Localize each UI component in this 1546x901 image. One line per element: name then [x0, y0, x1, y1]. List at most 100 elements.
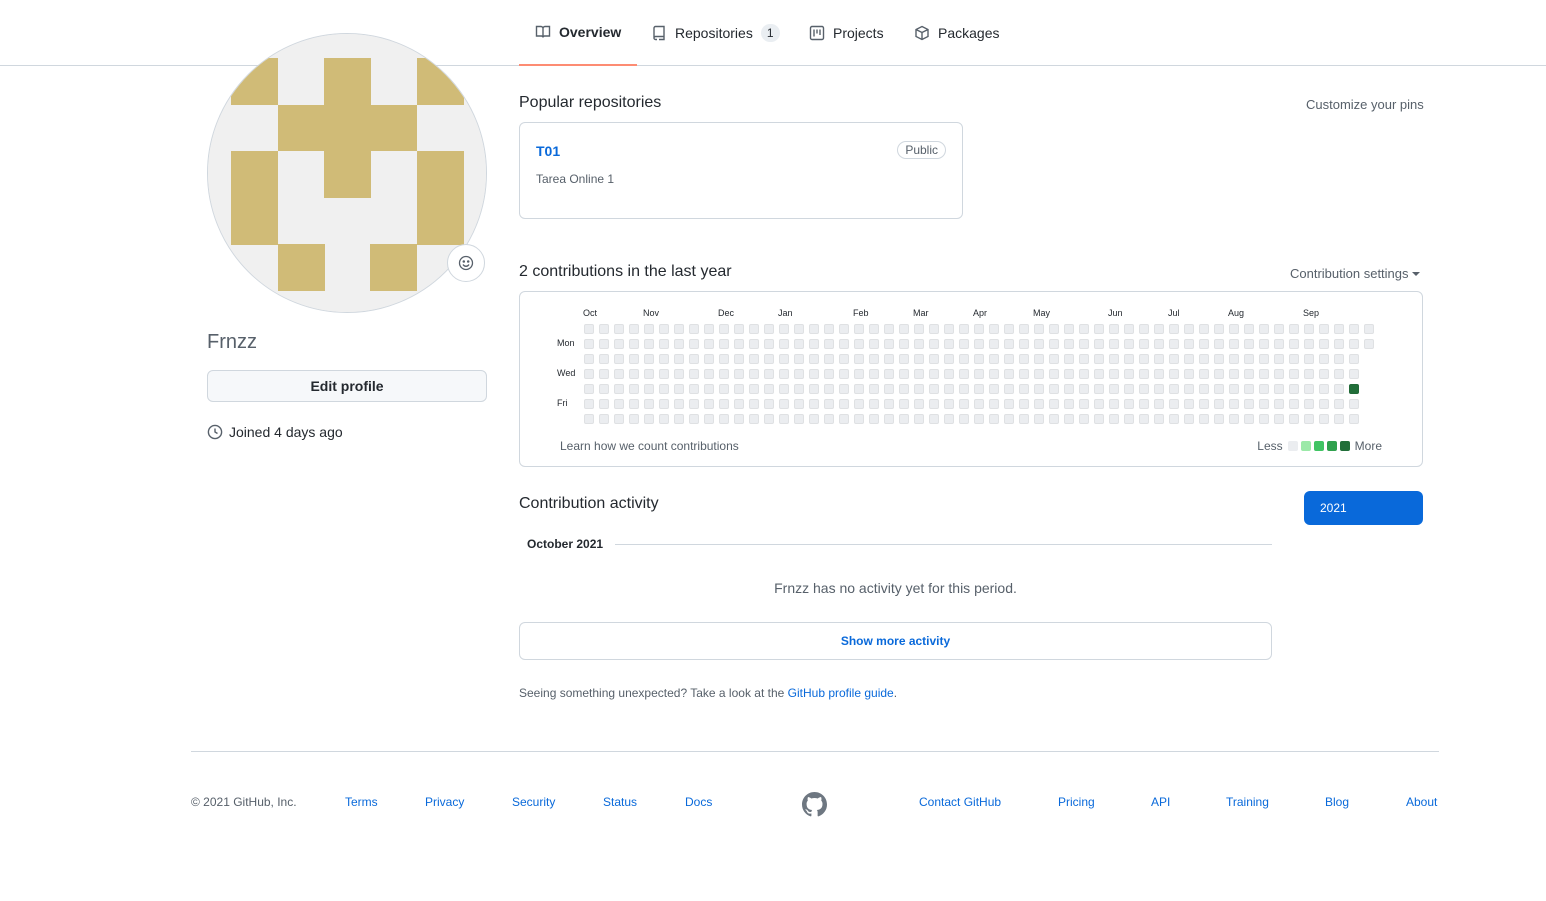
contribution-day[interactable] — [1244, 339, 1254, 349]
contribution-day[interactable] — [1094, 384, 1104, 394]
contribution-day[interactable] — [1169, 339, 1179, 349]
contribution-day[interactable] — [1304, 414, 1314, 424]
contribution-day[interactable] — [1079, 369, 1089, 379]
contribution-day[interactable] — [929, 384, 939, 394]
contribution-day[interactable] — [689, 414, 699, 424]
contribution-day[interactable] — [839, 324, 849, 334]
contribution-day[interactable] — [764, 354, 774, 364]
contribution-day[interactable] — [674, 399, 684, 409]
contribution-day[interactable] — [1034, 399, 1044, 409]
contribution-day[interactable] — [749, 339, 759, 349]
contribution-day[interactable] — [989, 399, 999, 409]
contribution-day[interactable] — [1004, 414, 1014, 424]
contribution-day[interactable] — [1349, 384, 1359, 394]
contribution-day[interactable] — [794, 414, 804, 424]
contribution-day[interactable] — [764, 414, 774, 424]
contribution-day[interactable] — [659, 399, 669, 409]
contribution-day[interactable] — [974, 369, 984, 379]
contribution-day[interactable] — [1169, 384, 1179, 394]
contribution-day[interactable] — [1349, 354, 1359, 364]
contribution-day[interactable] — [854, 324, 864, 334]
contribution-day[interactable] — [899, 414, 909, 424]
contribution-day[interactable] — [824, 324, 834, 334]
contribution-day[interactable] — [1034, 354, 1044, 364]
contribution-day[interactable] — [584, 339, 594, 349]
contribution-day[interactable] — [839, 339, 849, 349]
contribution-day[interactable] — [1274, 354, 1284, 364]
contribution-day[interactable] — [989, 369, 999, 379]
contribution-day[interactable] — [1124, 324, 1134, 334]
contribution-day[interactable] — [749, 324, 759, 334]
contribution-day[interactable] — [929, 354, 939, 364]
contribution-day[interactable] — [629, 384, 639, 394]
contribution-day[interactable] — [584, 384, 594, 394]
contribution-day[interactable] — [1364, 339, 1374, 349]
contribution-day[interactable] — [1049, 324, 1059, 334]
contribution-day[interactable] — [584, 324, 594, 334]
contribution-day[interactable] — [1019, 339, 1029, 349]
contribution-day[interactable] — [779, 414, 789, 424]
contribution-day[interactable] — [1334, 399, 1344, 409]
contribution-day[interactable] — [914, 414, 924, 424]
contribution-day[interactable] — [1049, 369, 1059, 379]
contribution-day[interactable] — [1049, 384, 1059, 394]
contribution-day[interactable] — [1004, 369, 1014, 379]
contribution-day[interactable] — [794, 384, 804, 394]
contribution-day[interactable] — [734, 324, 744, 334]
contribution-day[interactable] — [869, 324, 879, 334]
contribution-day[interactable] — [1289, 354, 1299, 364]
contribution-day[interactable] — [1259, 339, 1269, 349]
contribution-day[interactable] — [899, 354, 909, 364]
contribution-day[interactable] — [884, 414, 894, 424]
contribution-day[interactable] — [884, 339, 894, 349]
contribution-day[interactable] — [1214, 339, 1224, 349]
contribution-day[interactable] — [644, 384, 654, 394]
contribution-day[interactable] — [1004, 399, 1014, 409]
contribution-day[interactable] — [854, 414, 864, 424]
contribution-day[interactable] — [989, 414, 999, 424]
contribution-day[interactable] — [1154, 399, 1164, 409]
contribution-day[interactable] — [1064, 369, 1074, 379]
contribution-day[interactable] — [1304, 324, 1314, 334]
set-status-button[interactable] — [447, 244, 485, 282]
contribution-day[interactable] — [1319, 399, 1329, 409]
contribution-day[interactable] — [989, 339, 999, 349]
contribution-day[interactable] — [809, 399, 819, 409]
contribution-day[interactable] — [1139, 354, 1149, 364]
contribution-day[interactable] — [1214, 324, 1224, 334]
contribution-day[interactable] — [1109, 354, 1119, 364]
contribution-day[interactable] — [899, 339, 909, 349]
contribution-day[interactable] — [734, 414, 744, 424]
contribution-day[interactable] — [1184, 369, 1194, 379]
contribution-day[interactable] — [974, 354, 984, 364]
contribution-day[interactable] — [764, 324, 774, 334]
footer-link-blog[interactable]: Blog — [1325, 795, 1349, 809]
contribution-day[interactable] — [884, 384, 894, 394]
contribution-day[interactable] — [779, 369, 789, 379]
contribution-day[interactable] — [614, 354, 624, 364]
contribution-day[interactable] — [1289, 384, 1299, 394]
contribution-day[interactable] — [629, 354, 639, 364]
contribution-day[interactable] — [1334, 354, 1344, 364]
contribution-day[interactable] — [1334, 369, 1344, 379]
contribution-settings-dropdown[interactable]: Contribution settings — [1290, 266, 1420, 281]
contribution-day[interactable] — [899, 324, 909, 334]
contribution-day[interactable] — [944, 324, 954, 334]
contribution-day[interactable] — [1289, 369, 1299, 379]
contribution-day[interactable] — [1349, 339, 1359, 349]
contribution-day[interactable] — [869, 399, 879, 409]
contribution-day[interactable] — [1259, 369, 1269, 379]
contribution-day[interactable] — [749, 354, 759, 364]
contribution-day[interactable] — [614, 324, 624, 334]
contribution-day[interactable] — [1094, 339, 1104, 349]
contribution-day[interactable] — [764, 369, 774, 379]
contribution-day[interactable] — [674, 384, 684, 394]
contribution-day[interactable] — [1214, 399, 1224, 409]
contribution-day[interactable] — [734, 339, 744, 349]
contribution-day[interactable] — [1319, 354, 1329, 364]
tab-repositories[interactable]: Repositories 1 — [635, 0, 796, 66]
contribution-day[interactable] — [929, 399, 939, 409]
contribution-day[interactable] — [959, 414, 969, 424]
footer-link-terms[interactable]: Terms — [345, 795, 378, 809]
footer-link-about[interactable]: About — [1406, 795, 1437, 809]
